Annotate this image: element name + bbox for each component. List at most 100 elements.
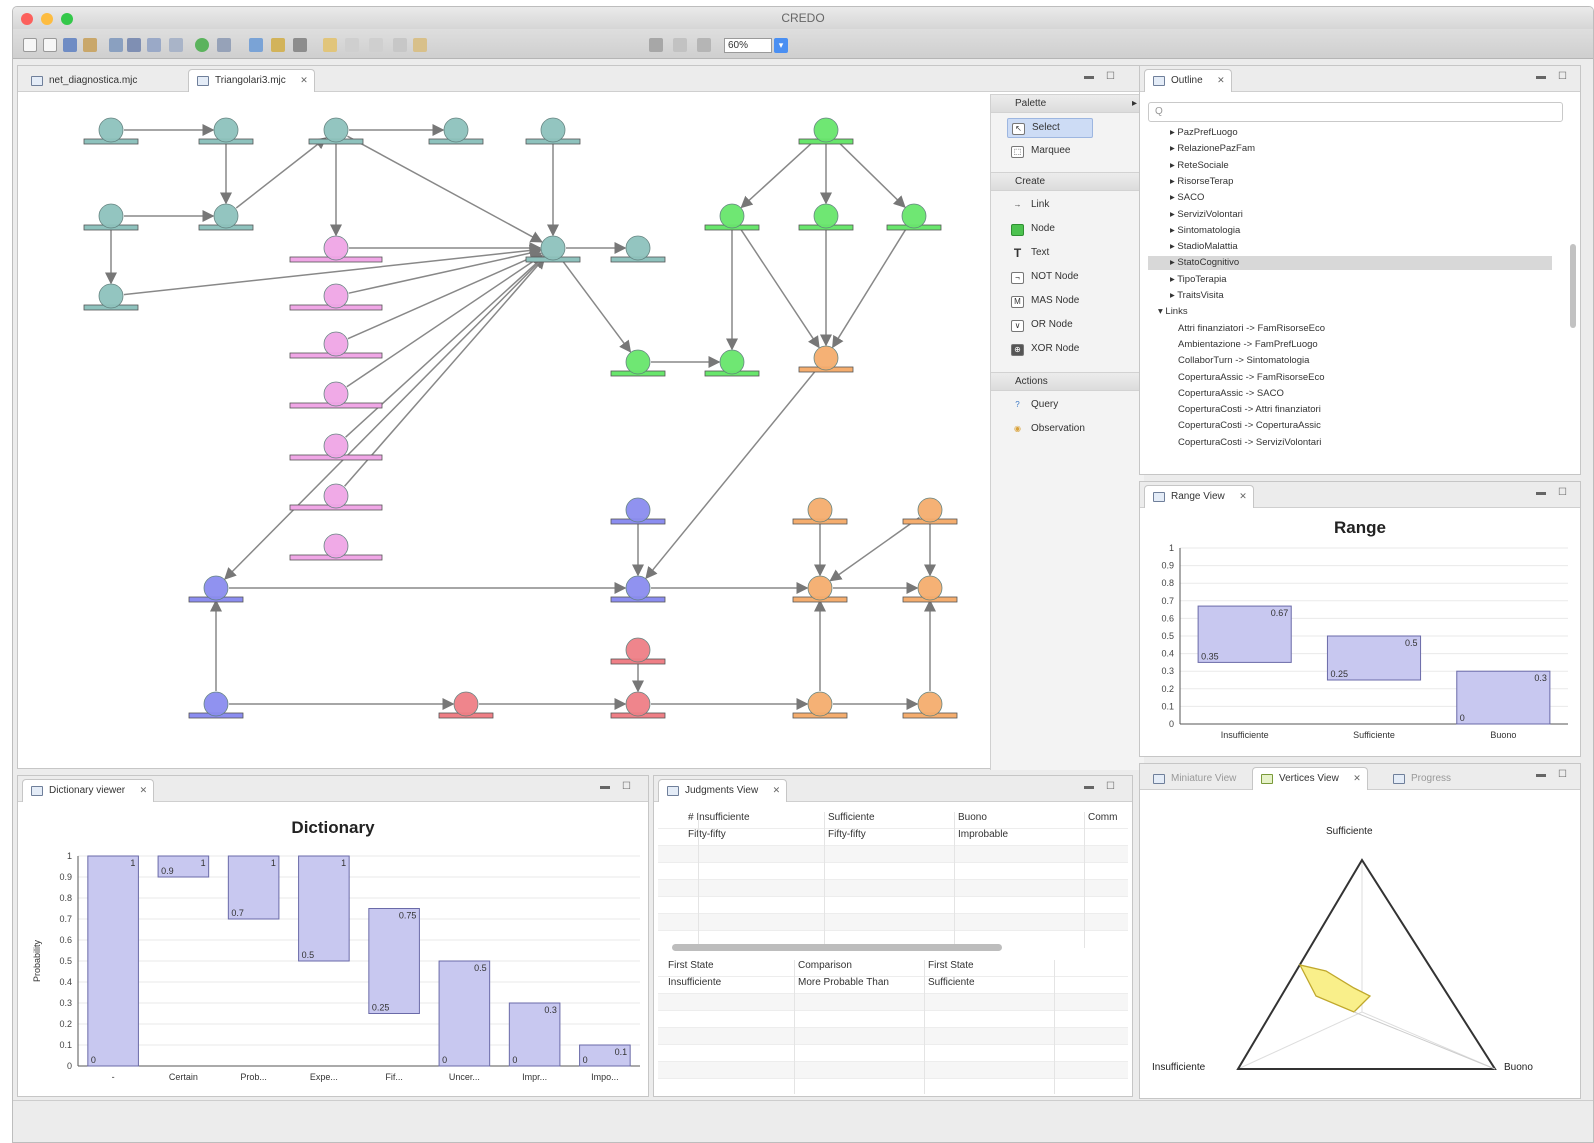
network-node-orange[interactable] (902, 575, 958, 603)
network-node-orange[interactable] (792, 691, 848, 719)
interval-bar[interactable] (87, 855, 139, 1067)
feasible-region[interactable] (1298, 964, 1372, 1013)
column-header[interactable]: Buono (958, 812, 987, 823)
outline-tree-item[interactable]: Attri finanziatori -> FamRisorseEco (1178, 322, 1558, 336)
diagram-edge[interactable] (343, 256, 546, 487)
interval-bar[interactable] (438, 960, 491, 1067)
align-center-icon[interactable] (369, 38, 383, 52)
chart-icon[interactable] (249, 38, 263, 52)
tab-close-icon[interactable]: ✕ (1217, 75, 1225, 86)
diagram-edge[interactable] (224, 256, 545, 580)
diagram-edge[interactable] (347, 252, 543, 340)
table-row[interactable]: Fifty-fifty Fifty-fifty Improbable (658, 829, 1128, 846)
minimize-view-icon[interactable]: ▬ (1536, 487, 1546, 498)
export-icon[interactable] (127, 38, 141, 52)
column-header[interactable]: Comm (1088, 812, 1117, 823)
column-header[interactable]: Comparison (798, 960, 852, 971)
network-node-orange[interactable] (792, 575, 848, 603)
actions-drawer-header[interactable]: Actions (991, 372, 1145, 391)
network-node-orange[interactable] (902, 691, 958, 719)
outline-tree-item[interactable]: ▸ PazPrefLuogo (1170, 126, 1550, 140)
column-header[interactable]: First State (928, 960, 974, 971)
network-node-teal[interactable] (308, 117, 364, 145)
align-right-icon[interactable] (393, 38, 407, 52)
maximize-view-icon[interactable]: ☐ (1558, 71, 1567, 82)
network-node-blue[interactable] (188, 691, 244, 719)
network-node-orange[interactable] (792, 497, 848, 525)
diagram-edge[interactable] (345, 255, 545, 438)
outline-tree-item[interactable]: CoperturaAssic -> FamRisorseEco (1178, 371, 1558, 385)
network-node-green[interactable] (704, 349, 760, 377)
network-node-teal[interactable] (525, 235, 581, 263)
network-node-pink[interactable] (289, 235, 383, 263)
table-cell[interactable]: Improbable (958, 829, 1008, 840)
tab-close-icon[interactable]: ✕ (300, 75, 308, 86)
network-node-blue[interactable] (610, 497, 666, 525)
tab-dictionary-viewer[interactable]: Dictionary viewer ✕ (22, 779, 155, 802)
tab-miniature-view[interactable]: Miniature View (1144, 767, 1245, 790)
node-tool[interactable]: Node (1007, 220, 1055, 240)
network-node-teal[interactable] (198, 117, 254, 145)
tab-vertices-view[interactable]: Vertices View ✕ (1252, 767, 1368, 790)
network-node-orange[interactable] (902, 497, 958, 525)
mas-node-tool[interactable]: M MAS Node (1007, 292, 1079, 312)
outline-tree-item[interactable]: CoperturaCosti -> Attri finanziatori (1178, 403, 1558, 417)
layout-icon[interactable] (271, 38, 285, 52)
tab-close-icon[interactable]: ✕ (1353, 773, 1361, 784)
outline-tree-item[interactable]: ▸ TraitsVisita (1170, 289, 1550, 303)
network-node-pink[interactable] (289, 283, 383, 311)
outline-tree-item[interactable]: Ambientazione -> FamPrefLuogo (1178, 338, 1558, 352)
outline-tree-item[interactable]: ▸ ServiziVolontari (1170, 208, 1550, 222)
outline-tree-item[interactable]: ▸ StadioMalattia (1170, 240, 1550, 254)
diagram-edge[interactable] (235, 137, 327, 209)
network-node-pink[interactable] (289, 331, 383, 359)
undo-icon[interactable] (147, 38, 161, 52)
diagram-edge[interactable] (834, 138, 906, 208)
tab-progress[interactable]: Progress (1384, 767, 1460, 790)
grid-icon[interactable] (293, 38, 307, 52)
maximize-view-icon[interactable]: ☐ (1106, 71, 1115, 82)
table-cell[interactable]: Fifty-fifty (688, 829, 726, 840)
tab-close-icon[interactable]: ✕ (140, 785, 148, 796)
table-cell[interactable]: Fifty-fifty (828, 829, 866, 840)
interval-bar[interactable] (368, 908, 420, 1014)
minimize-view-icon[interactable]: ▬ (1084, 781, 1094, 792)
column-header[interactable]: First State (668, 960, 714, 971)
network-node-teal[interactable] (83, 203, 139, 231)
tab-close-icon[interactable]: ✕ (1239, 491, 1247, 502)
tab-close-icon[interactable]: ✕ (773, 785, 781, 796)
tab-outline[interactable]: Outline ✕ (1144, 69, 1232, 92)
tab-range-view[interactable]: Range View ✕ (1144, 485, 1254, 508)
network-node-orange[interactable] (798, 345, 854, 373)
outline-tree-item[interactable]: CollaborTurn -> Sintomatologia (1178, 354, 1558, 368)
outline-tree-item[interactable]: ▸ RelazionePazFam (1170, 142, 1550, 156)
link-tool[interactable]: → Link (1007, 196, 1050, 216)
outline-search-input[interactable]: Q (1148, 102, 1563, 122)
outline-tree-item[interactable]: ▸ TipoTerapia (1170, 273, 1550, 287)
outline-tree-item[interactable]: ▸ Sintomatologia (1170, 224, 1550, 238)
network-node-teal[interactable] (83, 283, 139, 311)
tab-triangolari3[interactable]: Triangolari3.mjc ✕ (188, 69, 315, 92)
judgments-table[interactable]: # Insufficiente Sufficiente Buono Comm F… (658, 812, 1128, 948)
network-node-green[interactable] (798, 203, 854, 231)
outline-tree-item[interactable]: ▸ StatoCognitivo (1148, 256, 1552, 271)
redo-icon[interactable] (169, 38, 183, 52)
new-file-icon[interactable] (23, 38, 37, 52)
comparisons-table[interactable]: First State Comparison First State Insuf… (658, 960, 1128, 1094)
outline-tree-item[interactable]: CoperturaAssic -> SACO (1178, 387, 1558, 401)
network-node-red[interactable] (610, 637, 666, 665)
minimize-view-icon[interactable]: ▬ (600, 781, 610, 792)
diagram-edge[interactable] (738, 226, 820, 349)
outline-tree-item[interactable]: ▸ ReteSociale (1170, 159, 1550, 173)
outline-tree-item[interactable]: ▾ Links (1158, 305, 1538, 319)
table-cell[interactable]: Insufficiente (668, 977, 721, 988)
table-cell[interactable]: Sufficiente (928, 977, 975, 988)
diagram-edge[interactable] (347, 135, 543, 243)
import-icon[interactable] (109, 38, 123, 52)
new-diagram-icon[interactable] (43, 38, 57, 52)
outline-tree-item[interactable]: CoperturaCosti -> CoperturaAssic (1178, 419, 1558, 433)
network-diagram-canvas[interactable] (26, 96, 982, 766)
folder-icon[interactable] (323, 38, 337, 52)
network-node-green[interactable] (886, 203, 942, 231)
text-tool[interactable]: T Text (1007, 244, 1050, 264)
